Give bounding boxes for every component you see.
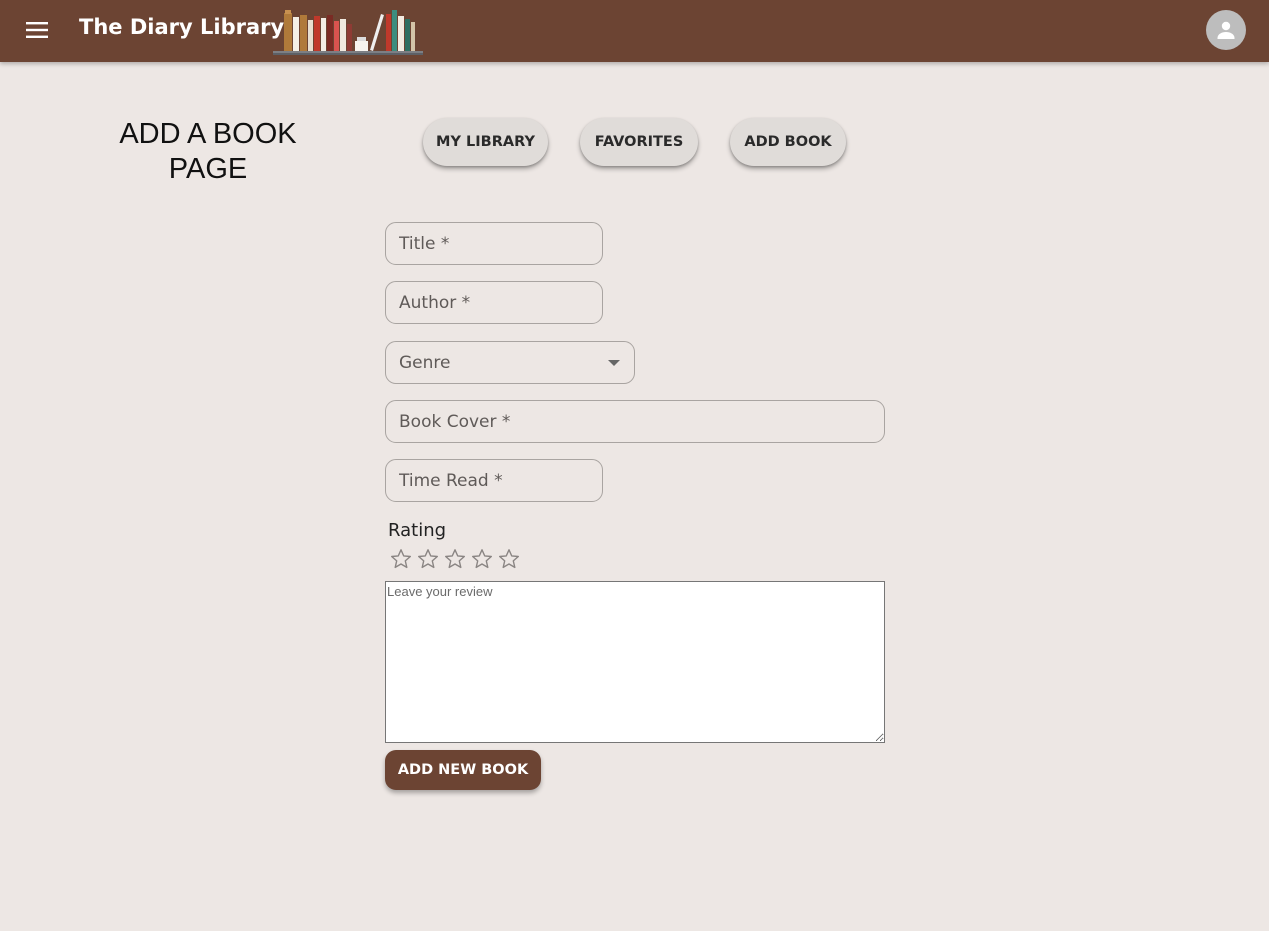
menu-button[interactable] <box>20 13 54 47</box>
book-cover-field[interactable] <box>385 400 885 443</box>
time-read-field[interactable] <box>385 459 603 502</box>
bookshelf-logo <box>273 10 423 55</box>
rating-label: Rating <box>388 520 447 541</box>
user-avatar[interactable] <box>1206 10 1246 50</box>
hamburger-menu-icon <box>26 22 48 38</box>
time-read-input[interactable] <box>399 470 602 491</box>
add-book-button[interactable]: ADD BOOK <box>730 118 846 166</box>
title-input[interactable] <box>399 233 602 254</box>
page-title: ADD A BOOK PAGE <box>119 118 297 185</box>
favorites-button[interactable]: FAVORITES <box>580 118 698 166</box>
person-icon <box>1217 21 1235 39</box>
star-icon[interactable] <box>497 544 521 574</box>
star-icon[interactable] <box>443 544 467 574</box>
app-bar: The Diary Library <box>0 0 1269 62</box>
rating-stars[interactable] <box>389 544 521 574</box>
app-title[interactable]: The Diary Library <box>79 15 284 39</box>
review-textarea[interactable] <box>385 581 885 743</box>
author-field[interactable] <box>385 281 603 324</box>
genre-select-label: Genre <box>399 352 451 373</box>
book-cover-input[interactable] <box>399 411 884 432</box>
star-icon[interactable] <box>470 544 494 574</box>
star-icon[interactable] <box>416 544 440 574</box>
add-new-book-button[interactable]: ADD NEW BOOK <box>385 750 541 790</box>
dropdown-arrow-icon <box>608 360 620 366</box>
genre-select[interactable]: Genre <box>385 341 635 384</box>
star-icon[interactable] <box>389 544 413 574</box>
title-field[interactable] <box>385 222 603 265</box>
author-input[interactable] <box>399 292 602 313</box>
my-library-button[interactable]: MY LIBRARY <box>423 118 548 166</box>
